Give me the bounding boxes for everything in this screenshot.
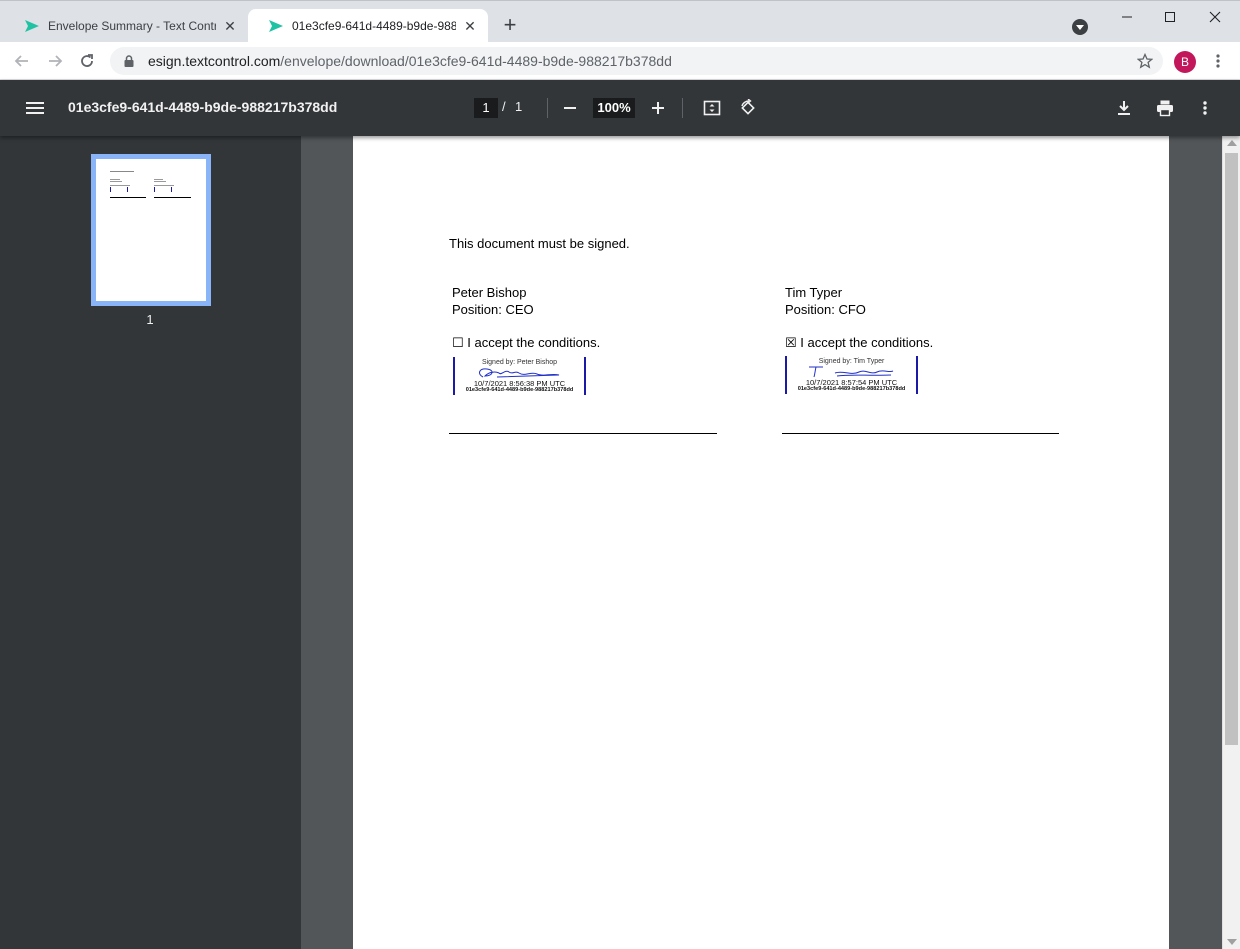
toolbar-divider [547,98,548,118]
signature-box: Signed by: Peter Bishop 10/7/2021 8:56:3… [453,357,586,395]
signature-line [449,433,717,434]
tab-close-icon[interactable]: ✕ [462,18,478,34]
accept-checkbox-label: ☒ I accept the conditions. [785,335,934,350]
minimize-icon[interactable] [1104,5,1150,29]
new-tab-button[interactable]: + [500,14,520,36]
lock-icon [124,55,134,67]
signer-position: Position: CEO [452,302,534,317]
toolbar-divider [682,98,683,118]
page-thumbnail[interactable] [91,154,211,306]
tab-envelope-summary[interactable]: Envelope Summary - Text Control ✕ [4,9,248,43]
signature-scribble-icon [479,368,560,378]
rotate-icon[interactable] [736,96,760,120]
address-bar[interactable]: esign.textcontrol.com/envelope/download/… [110,47,1163,75]
signer-name: Peter Bishop [452,285,527,300]
scroll-down-arrow-icon[interactable] [1227,939,1237,945]
page-separator: / [502,99,506,114]
back-arrow-icon[interactable] [12,51,32,71]
zoom-level-input[interactable]: 100% [593,98,635,118]
accept-checkbox-label: ☐ I accept the conditions. [452,335,601,350]
vertical-scrollbar[interactable] [1222,136,1240,949]
total-pages: 1 [515,99,523,114]
fit-to-page-icon[interactable] [700,96,724,120]
profile-avatar[interactable]: B [1174,51,1196,73]
signature-box: Signed by: Tim Typer 10/7/2021 8:57:54 P… [785,356,918,394]
tab-envelope-download[interactable]: 01e3cfe9-641d-4489-b9de-988217b378dd ✕ [248,9,488,43]
document-viewer[interactable]: This document must be signed. Peter Bish… [301,136,1222,949]
pdf-page: This document must be signed. Peter Bish… [353,136,1169,949]
tab-search-icon[interactable] [1072,19,1088,35]
thumbnail-preview [110,171,191,198]
print-icon[interactable] [1153,96,1177,120]
zoom-out-icon[interactable] [558,96,582,120]
scroll-up-arrow-icon[interactable] [1227,140,1237,146]
maximize-icon[interactable] [1147,5,1193,29]
window-close-icon[interactable] [1192,5,1238,29]
send-favicon-icon [25,20,39,32]
page-number-input[interactable]: 1 [474,98,498,118]
signature-envelope-id: 01e3cfe9-641d-4489-b9de-988217b378dd [797,386,906,392]
tab-close-icon[interactable]: ✕ [222,18,238,34]
signature-line [782,433,1059,434]
tab-strip: Envelope Summary - Text Control ✕ 01e3cf… [0,0,1240,43]
download-icon[interactable] [1112,96,1136,120]
tab-title: 01e3cfe9-641d-4489-b9de-988217b378dd [292,19,456,33]
browser-toolbar: esign.textcontrol.com/envelope/download/… [0,42,1240,80]
reload-icon[interactable] [77,51,97,71]
signer-name: Tim Typer [785,285,843,300]
forward-arrow-icon[interactable] [45,51,65,71]
more-actions-icon[interactable] [1193,96,1217,120]
pdf-viewer-toolbar: 01e3cfe9-641d-4489-b9de-988217b378dd 1 /… [0,80,1240,136]
url-host: esign.textcontrol.com [148,53,281,69]
zoom-in-icon[interactable] [646,96,670,120]
thumbnail-sidebar: 1 [0,136,301,949]
send-favicon-icon [269,20,283,32]
thumbnail-page-number: 1 [146,312,154,327]
signature-envelope-id: 01e3cfe9-641d-4489-b9de-988217b378dd [465,387,574,393]
tab-title: Envelope Summary - Text Control [48,19,216,33]
menu-icon[interactable] [24,97,46,119]
signature-scribble-icon [809,366,894,378]
browser-menu-icon[interactable] [1208,51,1228,71]
intro-text: This document must be signed. [449,236,630,251]
url-path: /envelope/download/01e3cfe9-641d-4489-b9… [280,53,672,69]
scrollbar-thumb[interactable] [1225,153,1238,745]
bookmark-star-icon[interactable] [1137,53,1153,69]
signer-position: Position: CFO [785,302,866,317]
document-title: 01e3cfe9-641d-4489-b9de-988217b378dd [68,99,338,115]
